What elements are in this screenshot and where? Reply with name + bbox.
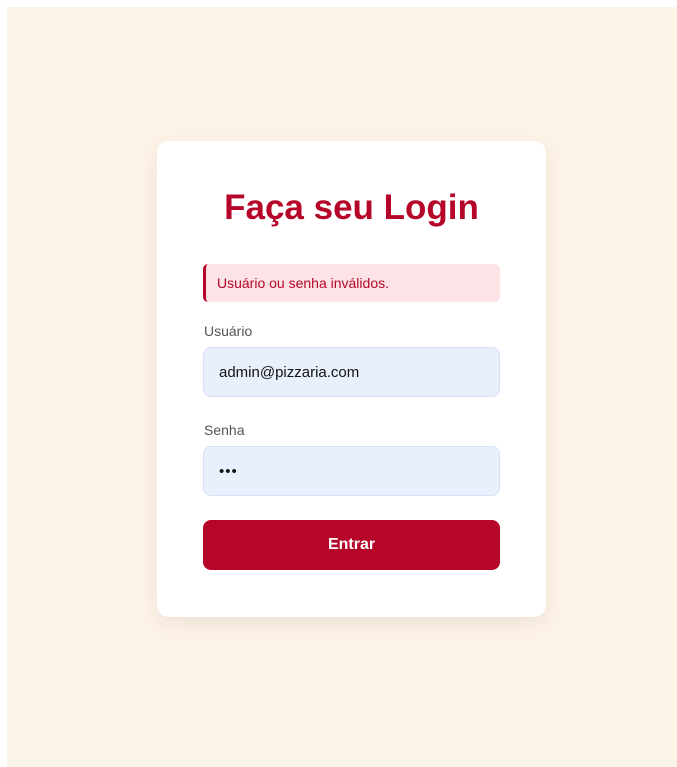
login-button[interactable]: Entrar <box>203 520 500 570</box>
password-input[interactable] <box>203 446 500 496</box>
error-alert: Usuário ou senha inválidos. <box>203 264 500 302</box>
login-title: Faça seu Login <box>224 188 479 227</box>
password-label: Senha <box>204 422 245 438</box>
username-label: Usuário <box>204 323 253 339</box>
username-input[interactable] <box>203 347 500 397</box>
error-message: Usuário ou senha inválidos. <box>217 275 389 291</box>
page-background: Faça seu Login Usuário ou senha inválido… <box>7 7 677 767</box>
login-card: Faça seu Login Usuário ou senha inválido… <box>157 141 546 617</box>
